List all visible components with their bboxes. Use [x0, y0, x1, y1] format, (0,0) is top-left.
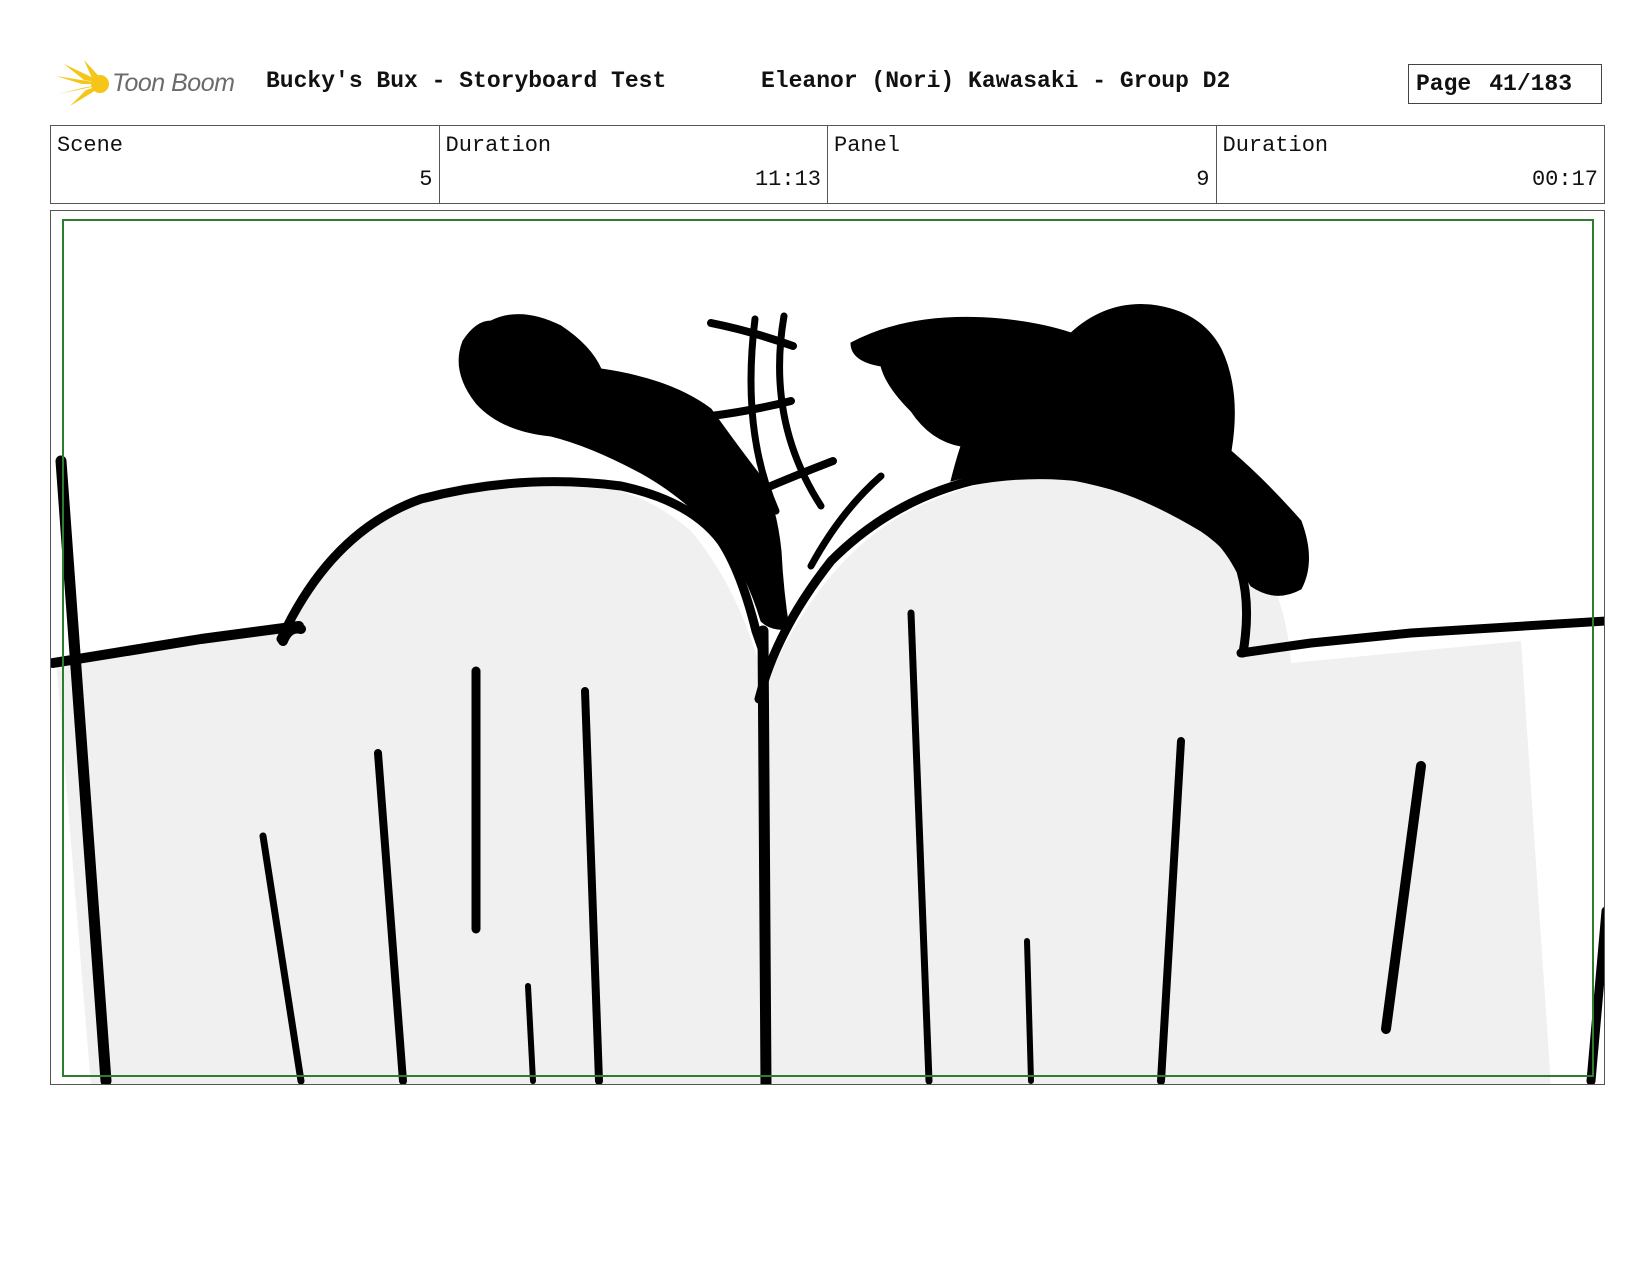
scene-duration-cell: Duration 11:13	[440, 126, 828, 203]
storyboard-panel	[50, 210, 1605, 1085]
panel-duration-value: 00:17	[1531, 167, 1598, 192]
scene-duration-label: Duration	[445, 133, 552, 158]
logo-text: Toon Boom	[112, 69, 235, 97]
starburst-logo-icon	[56, 60, 109, 106]
scene-value: 5	[419, 167, 433, 192]
scene-cell: Scene 5	[51, 126, 440, 203]
right-edge-stroke	[1586, 906, 1604, 1084]
figure-fills	[56, 473, 1551, 1084]
panel-cell: Panel 9	[828, 126, 1217, 203]
scene-duration-value: 11:13	[754, 167, 821, 192]
storyboard-header: Toon Boom Bucky's Bux - Storyboard Test …	[50, 58, 1604, 110]
horizon-line-right	[1236, 616, 1604, 658]
panel-label: Panel	[834, 133, 901, 158]
project-title: Bucky's Bux - Storyboard Test	[266, 68, 667, 94]
panel-duration-cell: Duration 00:17	[1217, 126, 1605, 203]
page-label: Page	[1416, 71, 1472, 97]
panel-value: 9	[1196, 167, 1210, 192]
shot-info-table: Scene 5 Duration 11:13 Panel 9 Duration …	[50, 125, 1605, 204]
toon-boom-logo: Toon Boom	[54, 58, 250, 110]
artist-title: Eleanor (Nori) Kawasaki - Group D2	[761, 68, 1231, 94]
right-leg-stroke-2	[1024, 938, 1034, 1084]
panel-duration-label: Duration	[1222, 133, 1329, 158]
page-indicator: Page 41/183	[1408, 64, 1602, 104]
scene-label: Scene	[57, 133, 124, 158]
center-divider	[757, 625, 772, 1084]
panel-drawing	[51, 304, 1604, 1084]
page-number: 41/183	[1489, 71, 1573, 97]
